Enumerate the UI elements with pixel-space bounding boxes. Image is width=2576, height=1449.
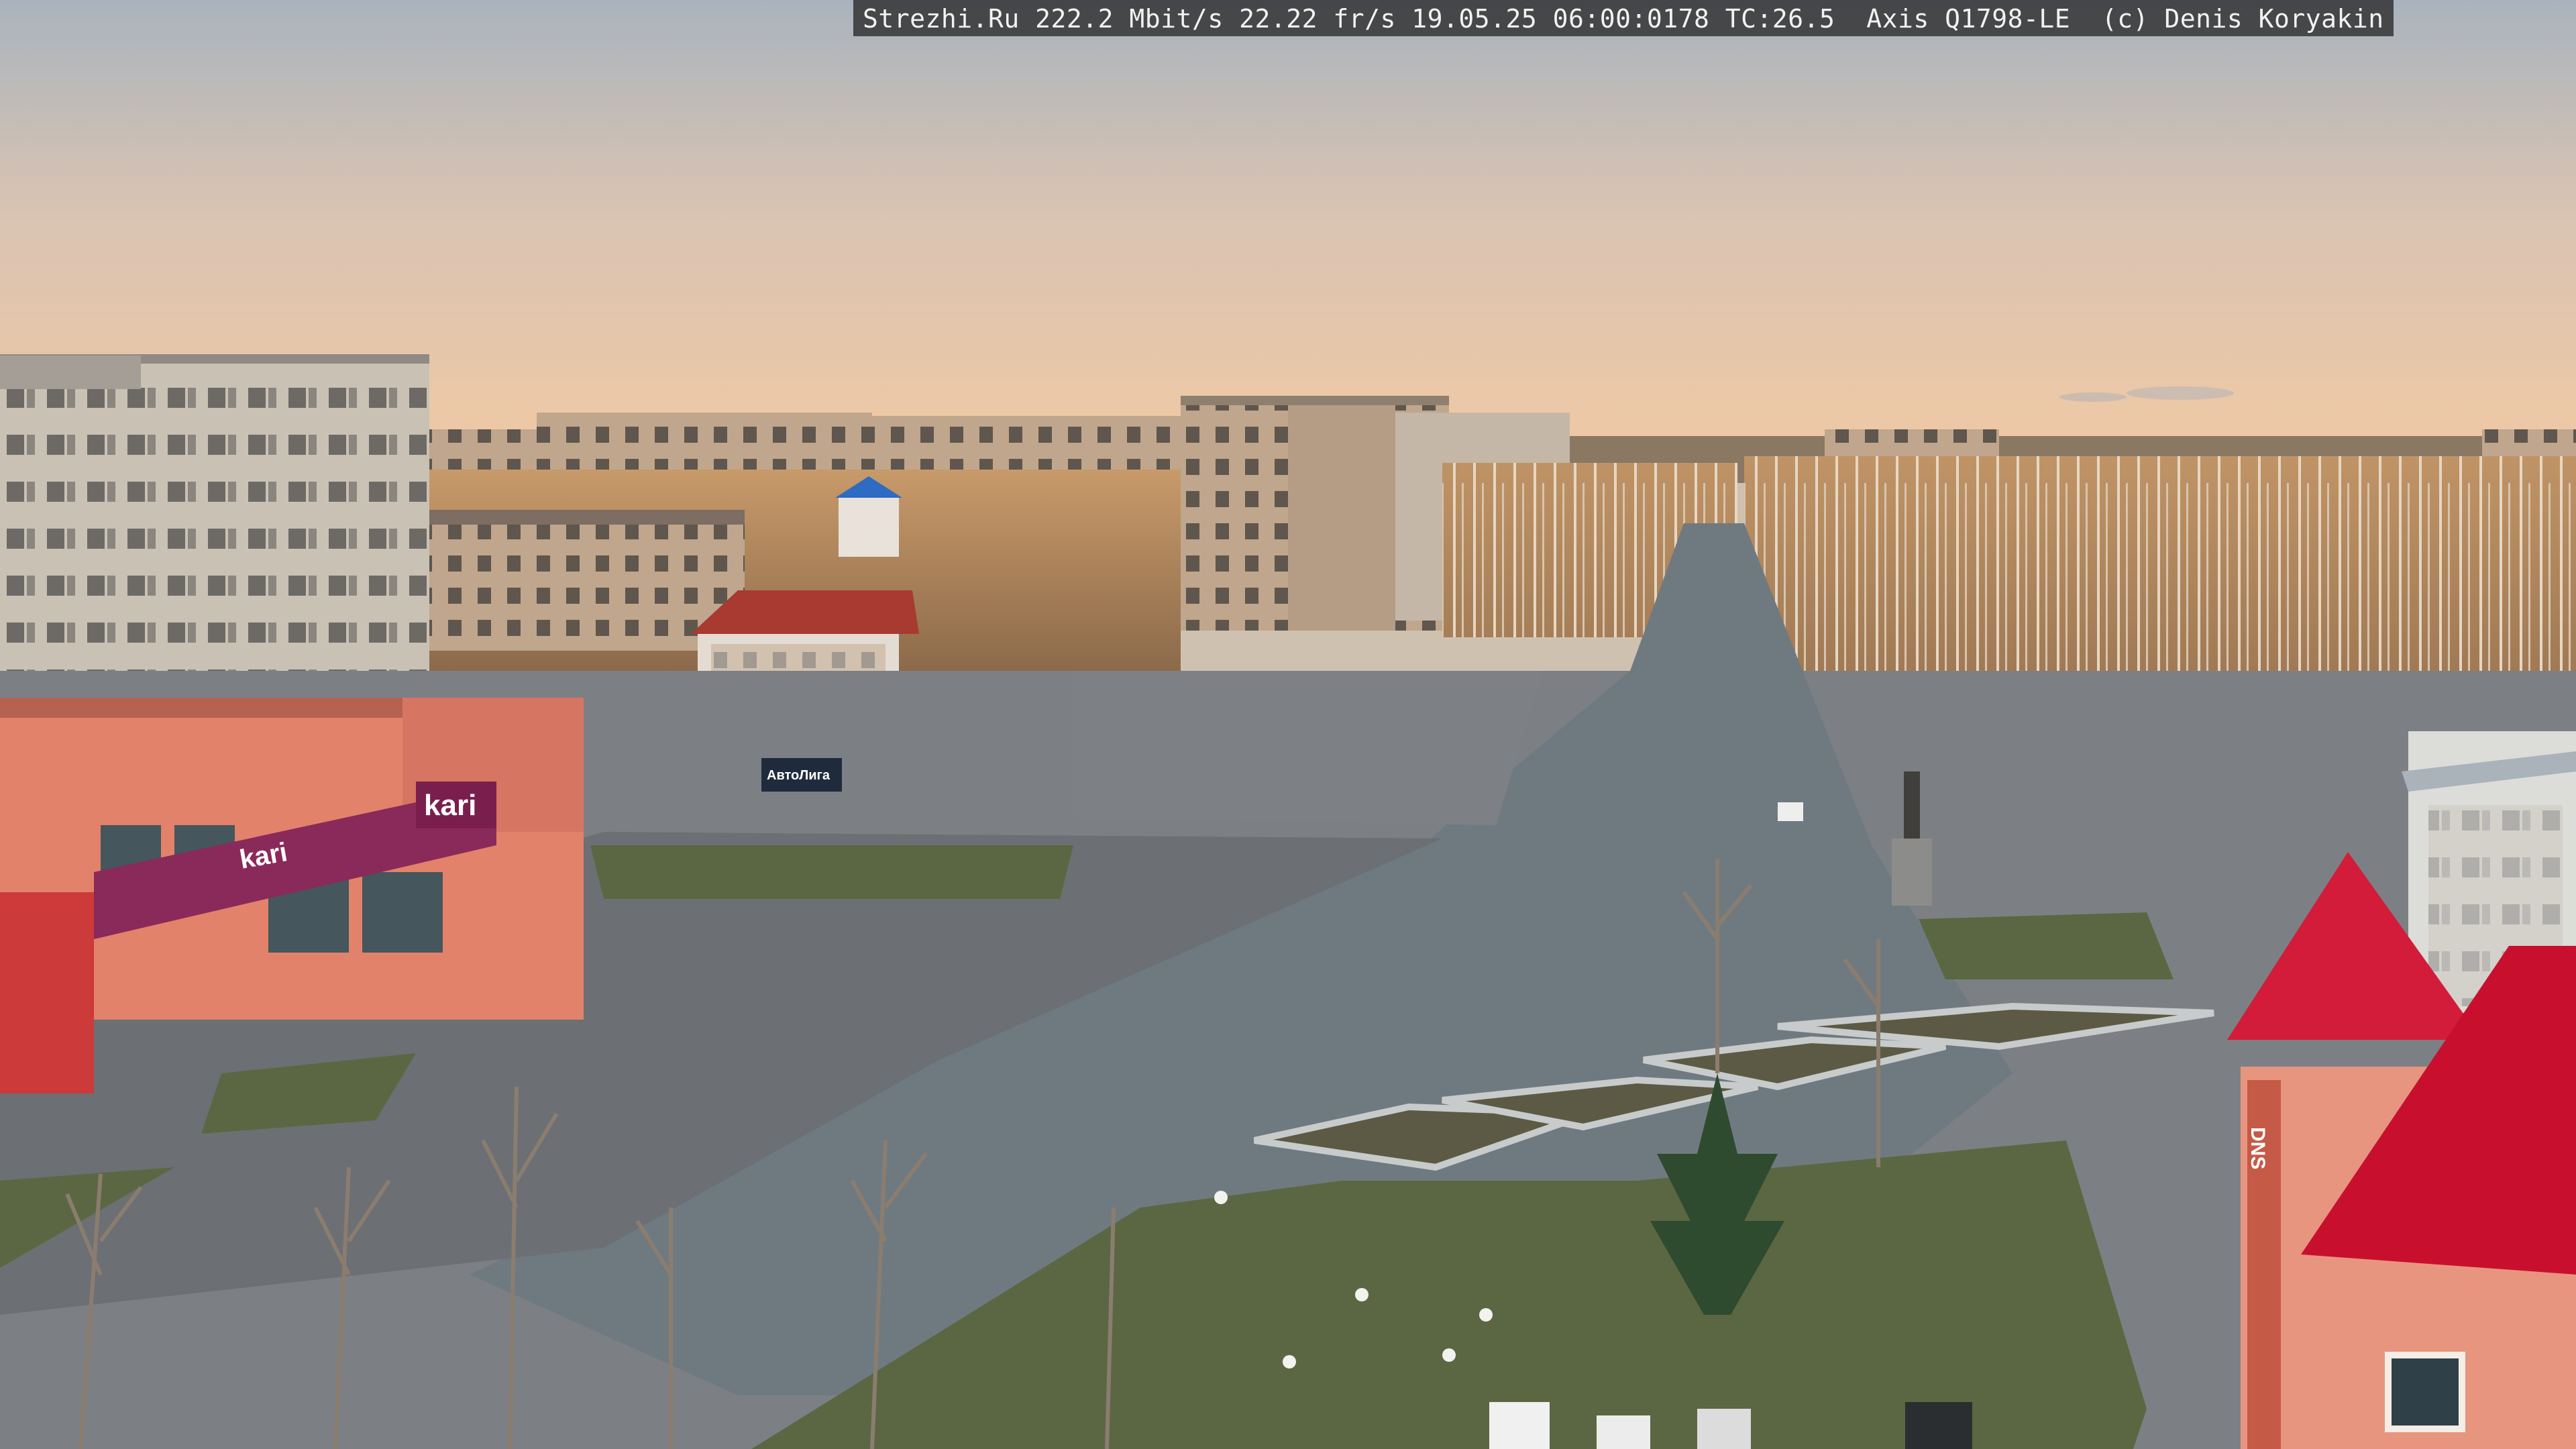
dns-sign-text: DNS (2247, 1127, 2269, 1169)
autoliga-sign: АвтоЛига (761, 758, 842, 792)
autoliga-sign-text: АвтоЛига (767, 768, 830, 783)
square-plaza (1073, 671, 1543, 825)
kari-logo-text: kari (424, 789, 476, 822)
mid-left-roof (429, 510, 745, 525)
camera-info-overlay: Strezhi.Ru 222.2 Mbit/s 22.22 fr/s 19.05… (853, 0, 2394, 36)
webcam-scene: kari kari DNS АвтоЛига (0, 0, 2576, 1449)
